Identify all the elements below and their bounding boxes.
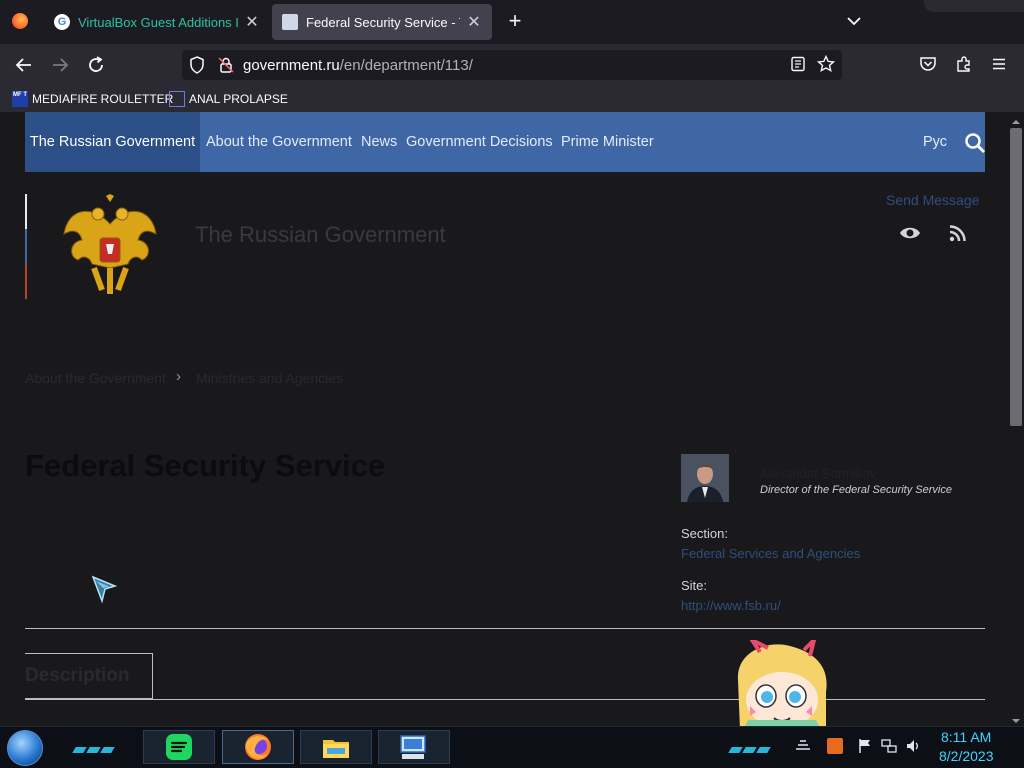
clock-date[interactable]: 8/2/2023 [939, 748, 994, 764]
breadcrumb-about-government[interactable]: About the Government [25, 370, 166, 386]
lock-icon[interactable] [218, 56, 234, 74]
shield-icon[interactable] [189, 56, 205, 74]
site-link[interactable]: http://www.fsb.ru/ [681, 598, 781, 613]
show-hidden-icons-icon[interactable] [794, 738, 810, 754]
director-name[interactable]: Alexander Bortnikov [760, 466, 876, 481]
send-message-link[interactable]: Send Message [886, 192, 979, 208]
reload-icon[interactable] [83, 52, 109, 78]
eye-icon[interactable] [899, 225, 921, 241]
back-icon[interactable] [11, 52, 37, 78]
scroll-down-arrow-icon[interactable] [1011, 713, 1021, 723]
accent-stripe-white [25, 194, 27, 229]
taskbar-decoration [72, 740, 116, 753]
reader-view-icon[interactable] [790, 56, 806, 72]
taskbar-decoration [728, 740, 772, 753]
bookmark-label: MEDIAFIRE ROULETTER [32, 92, 174, 106]
file-explorer-icon[interactable] [321, 732, 351, 762]
section-label: Section: [681, 526, 728, 541]
url-host: government.ru [243, 57, 340, 74]
director-role: Director of the Federal Security Service [760, 484, 952, 496]
extensions-icon[interactable] [955, 55, 973, 73]
nav-government-decisions[interactable]: Government Decisions [406, 112, 553, 172]
site-title[interactable]: The Russian Government [195, 222, 446, 248]
tab-title: Federal Security Service - The R [306, 14, 460, 30]
google-icon: G [54, 14, 70, 30]
tab-list-icon[interactable] [845, 12, 863, 30]
section-link[interactable]: Federal Services and Agencies [681, 546, 860, 561]
breadcrumb-chevron-icon: › [176, 368, 181, 385]
bookmark-icon [169, 91, 185, 107]
new-tab-button[interactable]: + [504, 9, 526, 33]
mediafire-icon: MF T [12, 91, 28, 107]
language-switch[interactable]: Рус [923, 112, 947, 172]
page-title: Federal Security Service [25, 448, 386, 483]
description-tab-label: Description [25, 665, 130, 686]
forward-icon[interactable] [47, 52, 73, 78]
tab-title: VirtualBox Guest Additions ISO [78, 14, 238, 30]
site-favicon-icon [282, 14, 298, 30]
volume-icon[interactable] [905, 738, 921, 754]
bookmark-label: ANAL PROLAPSE [189, 92, 288, 106]
tray-app-icon[interactable] [827, 738, 843, 754]
nav-about-government[interactable]: About the Government [206, 112, 352, 172]
start-button[interactable] [7, 730, 43, 766]
titlebar-decoration [924, 0, 1024, 12]
bookmark-mediafire-rouletter[interactable]: MF T MEDIAFIRE ROULETTER [12, 90, 173, 108]
tab-federal-security-service[interactable]: Federal Security Service - The R ✕ [272, 4, 492, 40]
coat-of-arms-logo[interactable] [62, 194, 158, 296]
bookmark-star-icon[interactable] [816, 54, 836, 73]
accent-stripe-blue [25, 229, 27, 264]
app-menu-icon[interactable] [991, 56, 1007, 72]
action-center-flag-icon[interactable] [857, 738, 873, 754]
tab-virtualbox[interactable]: G VirtualBox Guest Additions ISO ✕ [44, 4, 270, 40]
site-label: Site: [681, 578, 708, 593]
breadcrumb-ministries-agencies[interactable]: Ministries and Agencies [196, 370, 343, 386]
remote-desktop-icon[interactable] [398, 732, 428, 762]
divider [25, 699, 985, 700]
search-icon[interactable] [964, 132, 986, 154]
scrollbar-thumb[interactable] [1010, 128, 1022, 426]
bookmark-anal-prolapse[interactable]: ANAL PROLAPSE [169, 90, 288, 108]
network-icon[interactable] [881, 738, 897, 754]
pocket-icon[interactable] [919, 55, 937, 73]
spotify-app-icon[interactable] [164, 732, 194, 762]
nav-prime-minister[interactable]: Prime Minister [561, 112, 654, 172]
nav-news[interactable]: News [361, 112, 397, 172]
mouse-cursor-icon [90, 574, 118, 606]
close-tab-icon[interactable]: ✕ [244, 12, 260, 32]
rss-icon[interactable] [949, 225, 966, 242]
accent-stripe-red [25, 264, 27, 299]
close-tab-icon[interactable]: ✕ [466, 12, 482, 32]
desktop-mascot-character[interactable] [730, 633, 834, 730]
url-text[interactable]: government.ru/en/department/113/ [243, 57, 473, 74]
clock-time[interactable]: 8:11 AM [941, 729, 991, 745]
nav-home-link[interactable]: The Russian Government [25, 112, 200, 172]
web-page: The Russian Government About the Governm… [0, 112, 1008, 726]
firefox-menu-icon[interactable] [12, 13, 28, 29]
divider [25, 628, 985, 629]
scroll-up-arrow-icon[interactable] [1011, 114, 1021, 124]
director-photo[interactable] [681, 454, 729, 502]
url-path: /en/department/113/ [339, 57, 473, 74]
firefox-app-icon[interactable] [243, 732, 273, 762]
